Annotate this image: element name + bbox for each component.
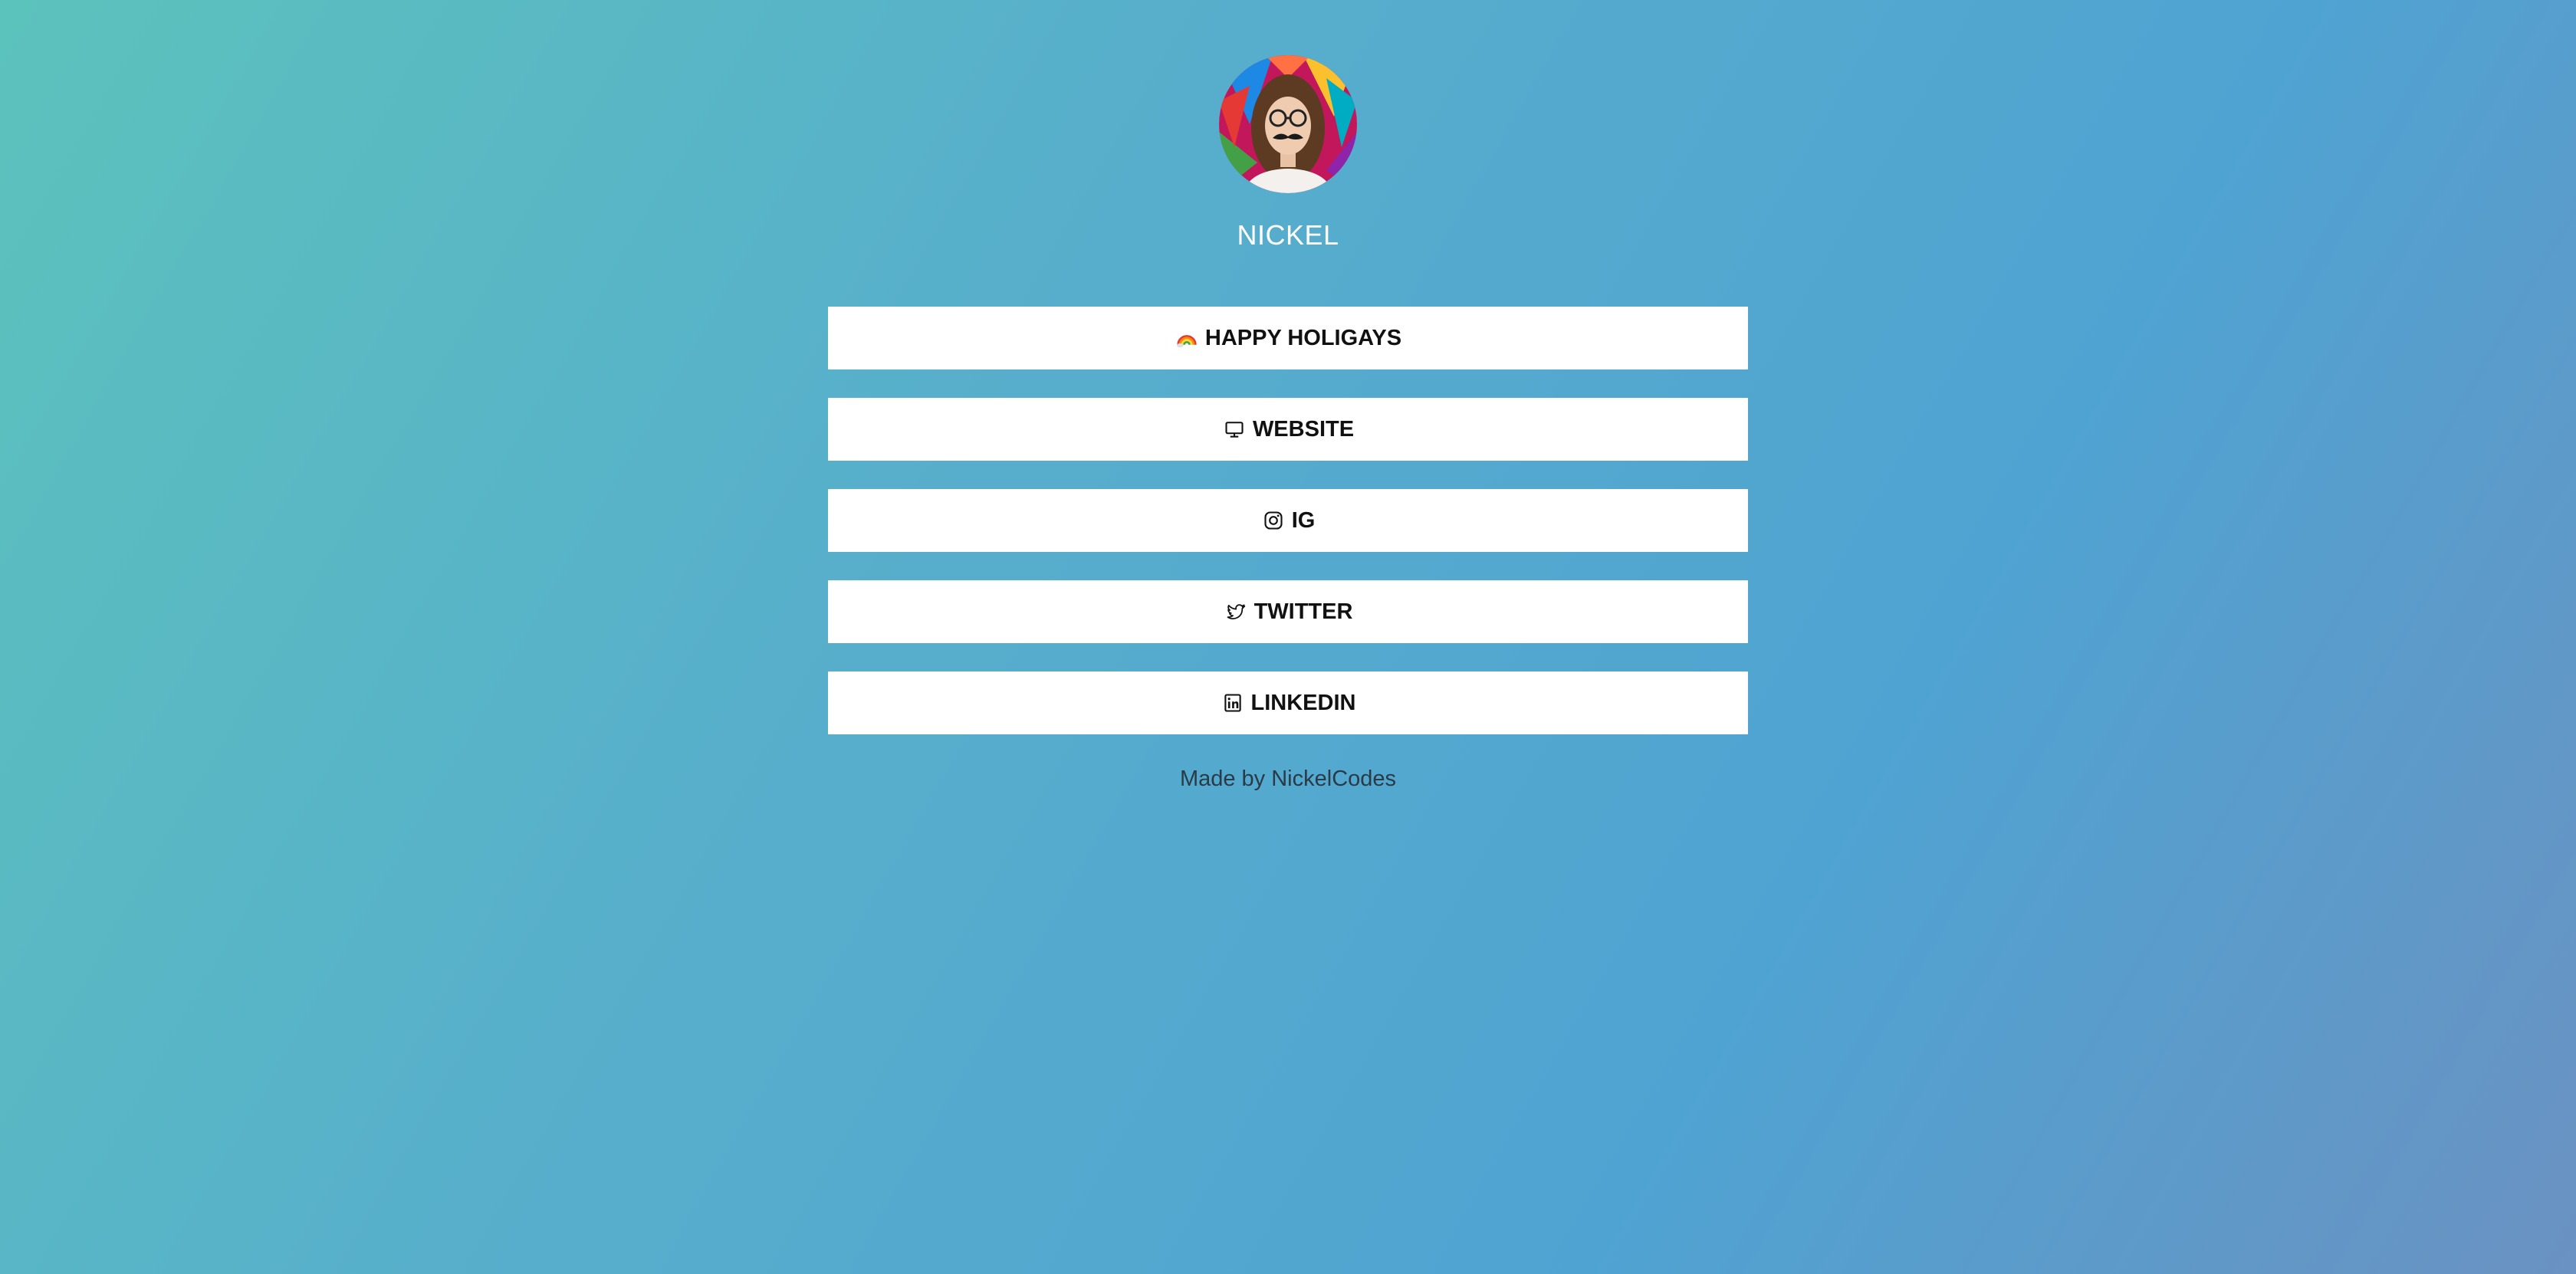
- link-button-twitter[interactable]: TWITTER: [828, 580, 1748, 643]
- link-button-ig[interactable]: IG: [828, 489, 1748, 552]
- instagram-icon: [1261, 508, 1286, 533]
- profile-photo: [1219, 55, 1357, 193]
- twitter-icon: [1224, 599, 1248, 624]
- link-label: LINKEDIN: [1250, 690, 1356, 715]
- link-page: NICKEL HAPPY HOLIGAYS WEBSITE IG TWITTER…: [0, 0, 2576, 1274]
- profile-name: NICKEL: [1237, 219, 1339, 251]
- link-label: WEBSITE: [1252, 416, 1355, 442]
- link-label: HAPPY HOLIGAYS: [1204, 325, 1402, 350]
- link-button-linkedin[interactable]: LINKEDIN: [828, 671, 1748, 734]
- footer-credit: Made by NickelCodes: [1179, 767, 1397, 791]
- link-label: TWITTER: [1254, 599, 1353, 624]
- monitor-icon: [1222, 417, 1247, 442]
- rainbow-icon: [1175, 326, 1199, 350]
- link-label: IG: [1291, 507, 1316, 533]
- link-button-website[interactable]: WEBSITE: [828, 398, 1748, 461]
- linkedin-icon: [1221, 691, 1245, 715]
- link-button-happy-holigays[interactable]: HAPPY HOLIGAYS: [828, 307, 1748, 369]
- link-list: HAPPY HOLIGAYS WEBSITE IG TWITTER LINKED…: [828, 307, 1748, 763]
- avatar: [1219, 55, 1357, 193]
